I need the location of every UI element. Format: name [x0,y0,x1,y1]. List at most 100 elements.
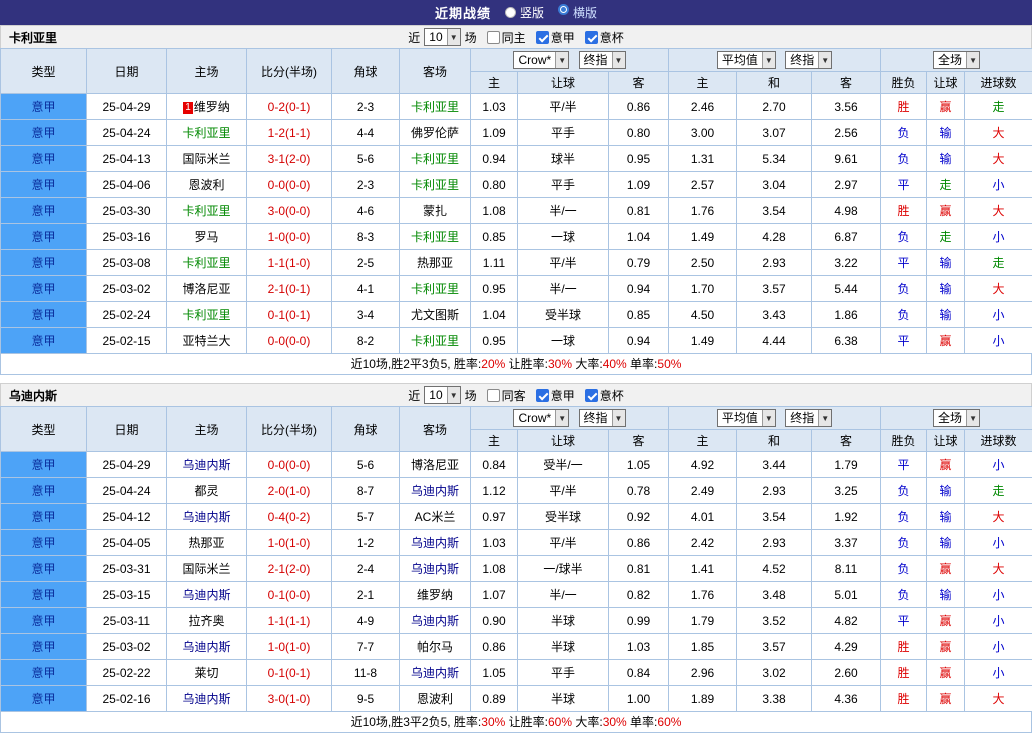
bookmaker-select[interactable]: Crow* ▼ [513,409,570,427]
home-team-cell[interactable]: 拉齐奥 [166,607,247,634]
checkbox-icon [535,30,549,44]
filter-controls: 近 10 ▼ 场 同主 意甲 意杯 [408,28,624,46]
checkbox-italy-cup[interactable]: 意杯 [584,387,624,404]
layout-horizontal-radio[interactable]: 横版 [558,4,597,21]
date-cell: 25-03-08 [86,249,167,276]
league-cell: 意甲 [0,633,87,660]
crown-handicap-cell: 平手 [517,119,609,146]
away-team-cell[interactable]: 帕尔马 [399,633,471,660]
away-team-cell[interactable]: 乌迪内斯 [399,555,471,582]
home-team-cell[interactable]: 1 维罗纳 [166,93,247,120]
crown-handicap-cell: 半球 [517,607,609,634]
home-team-cell[interactable]: 恩波利 [166,171,247,198]
home-team-cell[interactable]: 都灵 [166,477,247,504]
summary-segment: 50% [657,357,682,371]
crown-home-odds-cell: 1.09 [470,119,518,146]
checkbox-same-home[interactable]: 同主 [486,29,526,46]
home-team-cell[interactable]: 罗马 [166,223,247,250]
checkbox-same-away[interactable]: 同客 [486,387,526,404]
home-team-cell[interactable]: 亚特兰大 [166,327,247,354]
checkbox-serie-a[interactable]: 意甲 [535,387,575,404]
chevron-down-icon: ▼ [446,387,460,403]
checkbox-serie-a[interactable]: 意甲 [535,29,575,46]
scope-select[interactable]: 全场 ▼ [933,409,981,427]
away-team-cell[interactable]: 卡利亚里 [399,275,471,302]
away-team-cell[interactable]: 卡利亚里 [399,327,471,354]
corners-cell: 8-2 [331,327,400,354]
home-team-cell[interactable]: 乌迪内斯 [166,451,247,478]
home-team-cell[interactable]: 卡利亚里 [166,197,247,224]
checkbox-icon [535,388,549,402]
avg-away-odds-cell: 6.38 [811,327,882,354]
away-team-cell[interactable]: 维罗纳 [399,581,471,608]
away-team-cell[interactable]: 卡利亚里 [399,93,471,120]
home-team-cell[interactable]: 乌迪内斯 [166,685,247,712]
away-team-cell[interactable]: 佛罗伦萨 [399,119,471,146]
home-team-cell[interactable]: 乌迪内斯 [166,581,247,608]
bookmaker-select[interactable]: Crow* ▼ [513,51,570,69]
avg-away-odds-cell: 4.29 [811,633,882,660]
final-index-select[interactable]: 终指 ▼ [578,409,626,427]
league-cell: 意甲 [0,197,87,224]
summary-segment: 单率: [626,357,658,371]
away-team-cell[interactable]: AC米兰 [399,503,471,530]
avg-draw-odds-cell: 3.57 [736,633,813,660]
near-label: 近 [408,30,421,45]
away-team-cell[interactable]: 卡利亚里 [399,223,471,250]
crown-handicap-cell: 一/球半 [517,555,609,582]
handicap-result-cell: 输 [926,301,966,328]
away-team-cell[interactable]: 乌迪内斯 [399,529,471,556]
home-team-cell[interactable]: 热那亚 [166,529,247,556]
away-team-cell[interactable]: 乌迪内斯 [399,477,471,504]
checkbox-icon [584,388,598,402]
summary-segment: 近10场,胜2平3负5, 胜率: [350,357,482,371]
match-row: 意甲 25-04-29 乌迪内斯 0-0(0-0) 5-6 博洛尼亚 0.84 受半/一 1.0… [0,451,1032,478]
home-team-cell[interactable]: 国际米兰 [166,555,247,582]
match-count-select[interactable]: 10 ▼ [424,28,461,46]
score-cell: 0-1(0-1) [246,301,332,328]
crown-away-odds-cell: 0.99 [607,607,670,634]
layout-vertical-radio[interactable]: 竖版 [504,4,544,21]
avg-draw-odds-cell: 4.28 [736,223,813,250]
away-team-cell[interactable]: 热那亚 [399,249,471,276]
average-select[interactable]: 平均值 ▼ [716,51,776,69]
home-team-cell[interactable]: 乌迪内斯 [166,633,247,660]
final-index-select-2[interactable]: 终指 ▼ [785,409,833,427]
away-team-cell[interactable]: 卡利亚里 [399,145,471,172]
final-index-select[interactable]: 终指 ▼ [578,51,626,69]
average-select[interactable]: 平均值 ▼ [716,409,776,427]
away-team-cell[interactable]: 乌迪内斯 [399,659,471,686]
home-team-cell[interactable]: 卡利亚里 [166,119,247,146]
avg-home-odds-cell: 2.50 [668,249,738,276]
result-cell: 负 [880,555,928,582]
away-team-cell[interactable]: 恩波利 [399,685,471,712]
away-team-cell[interactable]: 博洛尼亚 [399,451,471,478]
away-team-cell[interactable]: 尤文图斯 [399,301,471,328]
league-cell: 意甲 [0,327,87,354]
chevron-down-icon: ▼ [818,410,832,426]
scope-select[interactable]: 全场 ▼ [933,51,981,69]
away-team-cell[interactable]: 乌迪内斯 [399,607,471,634]
crown-away-odds-cell: 0.92 [607,503,670,530]
home-team-cell[interactable]: 乌迪内斯 [166,503,247,530]
avg-home-odds-cell: 1.41 [668,555,738,582]
away-team-cell[interactable]: 蒙扎 [399,197,471,224]
crown-home-odds-cell: 1.11 [470,249,518,276]
avg-draw-odds-cell: 4.44 [736,327,813,354]
avg-draw-odds-cell: 2.93 [736,477,813,504]
home-team-cell[interactable]: 博洛尼亚 [166,275,247,302]
avg-draw-odds-cell: 3.57 [736,275,813,302]
match-row: 意甲 25-03-16 罗马 1-0(0-0) 8-3 卡利亚里 0.85 一球 1.04 1.4… [0,223,1032,250]
checkbox-italy-cup[interactable]: 意杯 [584,29,624,46]
date-cell: 25-02-24 [86,301,167,328]
final-index-select-2[interactable]: 终指 ▼ [785,51,833,69]
away-team-cell[interactable]: 卡利亚里 [399,171,471,198]
home-team-cell[interactable]: 卡利亚里 [166,249,247,276]
col-header-odds-away: 客 [607,71,670,94]
home-team-cell[interactable]: 莱切 [166,659,247,686]
corners-cell: 5-6 [331,145,400,172]
match-count-select[interactable]: 10 ▼ [424,386,461,404]
home-team-cell[interactable]: 国际米兰 [166,145,247,172]
avg-home-odds-cell: 2.57 [668,171,738,198]
home-team-cell[interactable]: 卡利亚里 [166,301,247,328]
